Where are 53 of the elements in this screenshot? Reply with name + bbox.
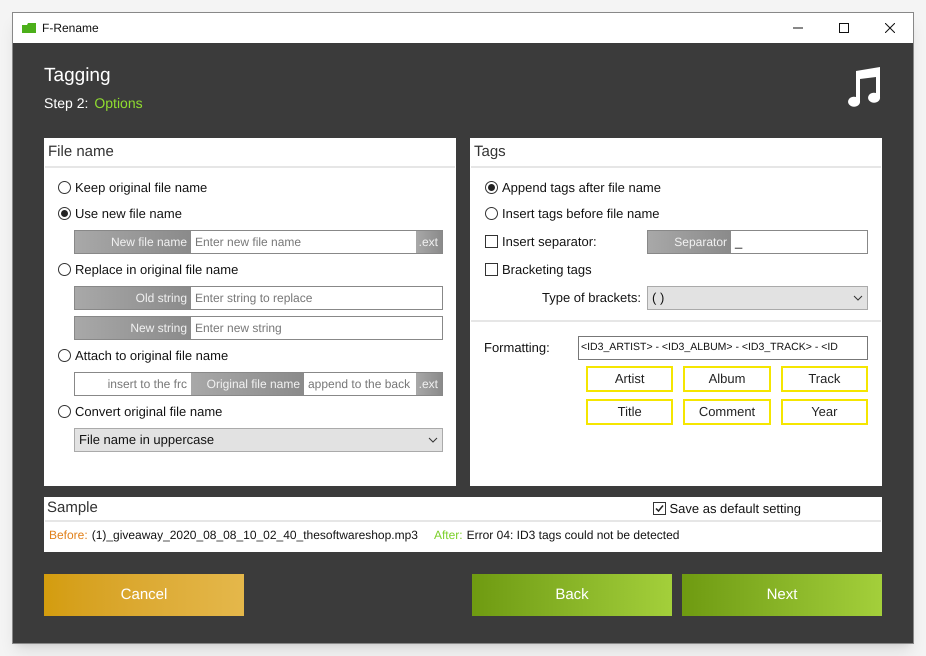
option-label: Insert tags before file name	[502, 204, 660, 223]
panel-title: Tags	[471, 138, 881, 168]
music-note-icon	[846, 65, 882, 107]
panel-title: Sample	[46, 498, 99, 518]
text-field[interactable]: New file name Enter new file name .ext	[74, 230, 443, 254]
radio-button[interactable]	[58, 181, 71, 194]
option-label: Replace in original file name	[75, 260, 238, 279]
text-field[interactable]: Old string Enter string to replace	[74, 286, 443, 310]
option-label: Keep original file name	[75, 178, 208, 197]
checkbox[interactable]	[653, 502, 666, 515]
step-name: Options	[94, 94, 143, 113]
attach-field[interactable]: insert to the frc Original file name append to the back .ext	[74, 372, 443, 396]
formatting-field[interactable]: <ID3_ARTIST> - <ID3_ALBUM> - <ID3_TRACK> - <ID	[578, 336, 868, 360]
radio-button[interactable]	[485, 181, 498, 194]
checkbox[interactable]	[485, 263, 498, 276]
separator-field[interactable]: Separator _	[647, 230, 868, 254]
chevron-down-icon	[853, 294, 863, 300]
tag-button[interactable]: Artist	[586, 366, 674, 392]
radio-button[interactable]	[58, 207, 71, 220]
tag-button[interactable]: Year	[780, 398, 868, 424]
folder-icon	[22, 22, 36, 34]
after-label: After:	[434, 527, 463, 544]
option-label: Bracketing tags	[502, 260, 592, 279]
radio-button[interactable]	[58, 263, 71, 276]
option-label: Append tags after file name	[502, 178, 661, 197]
after-value: Error 04: ID3 tags could not be detected	[466, 527, 680, 544]
tag-button[interactable]: Album	[683, 366, 771, 392]
before-label: Before:	[49, 527, 88, 544]
tag-button[interactable]: Comment	[683, 398, 771, 424]
dropdown[interactable]: File name in uppercase	[74, 428, 443, 452]
option-label: Use new file name	[75, 204, 182, 223]
brackets-dropdown[interactable]: ( )	[647, 286, 868, 310]
option-label: Insert separator:	[502, 232, 597, 251]
text-field[interactable]: New string Enter new string	[74, 316, 443, 340]
radio-button[interactable]	[485, 207, 498, 220]
close-icon	[885, 23, 895, 33]
formatting-label: Formatting:	[484, 338, 551, 357]
checkbox[interactable]	[485, 235, 498, 248]
page-title: Tagging	[44, 64, 112, 88]
option-label: Attach to original file name	[75, 346, 228, 365]
option-label: Convert original file name	[75, 402, 222, 421]
window-title: F-Rename	[42, 20, 99, 37]
option-label: Save as default setting	[669, 500, 801, 518]
brackets-label: Type of brackets:	[541, 288, 642, 307]
radio-button[interactable]	[58, 405, 71, 418]
before-value: (1)_giveaway_2020_08_08_10_02_40_thesoftwareshop.mp3	[92, 527, 418, 544]
chevron-down-icon	[428, 436, 438, 442]
step-label: Step 2:	[44, 94, 88, 113]
tag-button[interactable]: Title	[586, 398, 674, 424]
maximize-icon	[839, 23, 849, 33]
tag-button[interactable]: Track	[780, 366, 868, 392]
panel-title: File name	[45, 138, 455, 168]
radio-button[interactable]	[58, 349, 71, 362]
